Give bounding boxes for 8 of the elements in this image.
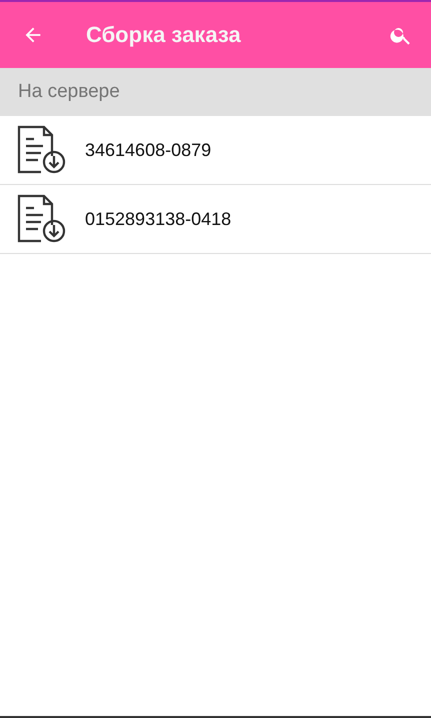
document-download-icon — [17, 125, 67, 175]
order-number: 0152893138-0418 — [85, 208, 232, 230]
order-item[interactable]: 34614608-0879 — [0, 116, 431, 185]
screen-title: Сборка заказа — [86, 22, 242, 48]
order-number: 34614608-0879 — [85, 140, 212, 160]
document-download-icon — [17, 194, 67, 244]
order-item[interactable]: 0152893138-0418 — [0, 185, 431, 254]
section-title: На сервере — [18, 81, 120, 103]
